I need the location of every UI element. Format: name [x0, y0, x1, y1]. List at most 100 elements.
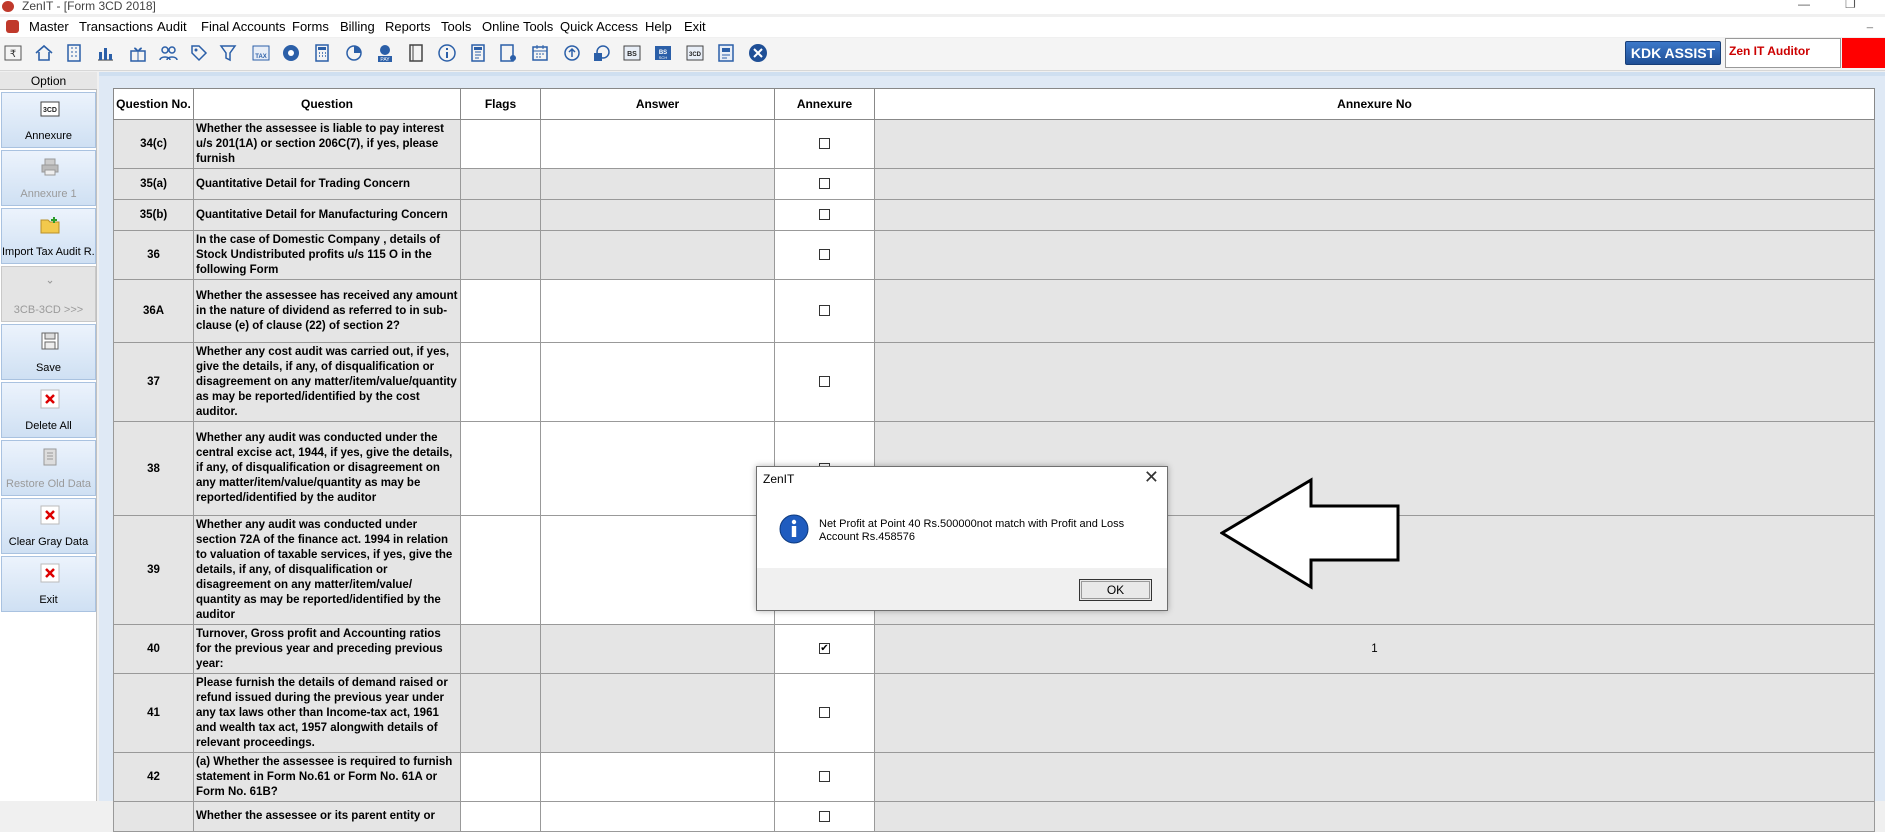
close-circle-icon[interactable]	[748, 43, 768, 63]
upload-icon[interactable]	[562, 43, 582, 63]
column-header-question-no[interactable]: Question No.	[113, 88, 194, 120]
book-icon[interactable]	[406, 43, 426, 63]
annexure-checkbox[interactable]: ✔	[819, 643, 830, 655]
flags-cell[interactable]	[460, 279, 541, 343]
menu-forms[interactable]: Forms	[292, 19, 329, 35]
annexure-no-cell[interactable]	[874, 342, 1875, 422]
image-icon[interactable]	[592, 43, 612, 63]
form-icon[interactable]	[498, 43, 518, 63]
annexure-checkbox[interactable]	[819, 138, 830, 150]
table-row[interactable]: 42 (a) Whether the assessee is required t…	[113, 752, 1875, 802]
annexure-checkbox[interactable]	[819, 249, 830, 261]
import-tax-audit-button[interactable]: Import Tax Audit R...	[1, 208, 96, 264]
bar-chart-icon[interactable]	[95, 43, 115, 63]
table-row[interactable]: 35(a) Quantitative Detail for Trading Con…	[113, 168, 1875, 200]
info-icon[interactable]	[437, 43, 457, 63]
dialog-close-icon[interactable]: ✕	[1144, 468, 1159, 486]
table-row[interactable]: Whether the assessee or its parent entit…	[113, 801, 1875, 832]
building-icon[interactable]	[64, 43, 84, 63]
menu-online-tools[interactable]: Online Tools	[482, 19, 553, 35]
column-header-annexure-no[interactable]: Annexure No	[874, 88, 1875, 120]
answer-cell[interactable]	[540, 168, 775, 200]
bs-icon[interactable]: BS	[622, 43, 642, 63]
annexure-button[interactable]: 3CD Annexure	[1, 92, 96, 148]
flags-cell[interactable]	[460, 199, 541, 231]
annexure-checkbox[interactable]	[819, 178, 830, 190]
answer-cell[interactable]	[540, 752, 775, 802]
annexure-no-cell[interactable]: 1	[874, 624, 1875, 674]
annexure-no-cell[interactable]	[874, 230, 1875, 280]
annexure-checkbox[interactable]	[819, 209, 830, 221]
annexure-checkbox[interactable]	[819, 707, 830, 719]
menu-tools[interactable]: Tools	[441, 19, 471, 35]
answer-cell[interactable]	[540, 515, 775, 625]
answer-cell[interactable]	[540, 624, 775, 674]
flags-cell[interactable]	[460, 230, 541, 280]
pay-icon[interactable]: PAY	[375, 43, 395, 63]
document-icon[interactable]	[468, 43, 488, 63]
answer-cell[interactable]	[540, 421, 775, 516]
restore-old-data-button[interactable]: Restore Old Data	[1, 440, 96, 496]
table-row[interactable]: 35(b) Quantitative Detail for Manufacturi…	[113, 199, 1875, 231]
calendar-icon[interactable]	[530, 43, 550, 63]
annexure-1-button[interactable]: Annexure 1	[1, 150, 96, 206]
column-header-flags[interactable]: Flags	[460, 88, 541, 120]
menu-final-accounts[interactable]: Final Accounts	[201, 19, 286, 35]
flags-cell[interactable]	[460, 801, 541, 832]
home-icon[interactable]	[34, 43, 54, 63]
clear-gray-data-button[interactable]: Clear Gray Data	[1, 498, 96, 554]
annexure-no-cell[interactable]	[874, 673, 1875, 753]
menu-exit[interactable]: Exit	[684, 19, 706, 35]
mdi-minimize-icon[interactable]: _	[1867, 17, 1873, 29]
annexure-no-cell[interactable]	[874, 279, 1875, 343]
ok-button[interactable]: OK	[1079, 579, 1152, 601]
annexure-checkbox[interactable]	[819, 305, 830, 317]
answer-cell[interactable]	[540, 342, 775, 422]
gift-icon[interactable]	[128, 43, 148, 63]
minimize-icon[interactable]: —	[1798, 0, 1810, 11]
column-header-annexure[interactable]: Annexure	[774, 88, 875, 120]
flags-cell[interactable]	[460, 119, 541, 169]
filter-icon[interactable]	[219, 43, 239, 63]
pie-chart-icon[interactable]	[344, 43, 364, 63]
table-row[interactable]: 36 In the case of Domestic Company , deta…	[113, 230, 1875, 280]
answer-cell[interactable]	[540, 279, 775, 343]
annexure-no-cell[interactable]	[874, 119, 1875, 169]
table-row[interactable]: 36A Whether the assessee has received any…	[113, 279, 1875, 343]
flags-cell[interactable]	[460, 752, 541, 802]
menu-app-icon[interactable]	[6, 20, 19, 33]
annexure-no-cell[interactable]	[874, 752, 1875, 802]
delete-all-button[interactable]: Delete All	[1, 382, 96, 438]
menu-reports[interactable]: Reports	[385, 19, 431, 35]
column-header-answer[interactable]: Answer	[540, 88, 775, 120]
annexure-no-cell[interactable]	[874, 801, 1875, 832]
annexure-no-cell[interactable]	[874, 199, 1875, 231]
kdk-assist-button[interactable]: KDK ASSIST	[1625, 41, 1721, 65]
bs-sch-icon[interactable]: BS SCH	[653, 43, 673, 63]
annexure-checkbox[interactable]	[819, 771, 830, 783]
menu-help[interactable]: Help	[645, 19, 672, 35]
answer-cell[interactable]	[540, 801, 775, 832]
answer-cell[interactable]	[540, 199, 775, 231]
exit-button[interactable]: Exit	[1, 556, 96, 612]
menu-billing[interactable]: Billing	[340, 19, 375, 35]
eye-icon[interactable]	[281, 43, 301, 63]
flags-cell[interactable]	[460, 168, 541, 200]
table-row[interactable]: 37 Whether any cost audit was carried out…	[113, 342, 1875, 422]
flags-cell[interactable]	[460, 624, 541, 674]
restore-icon[interactable]: ❐	[1845, 0, 1856, 11]
calculator-icon[interactable]	[312, 43, 332, 63]
annexure-checkbox[interactable]	[819, 376, 830, 388]
flags-cell[interactable]	[460, 673, 541, 753]
answer-cell[interactable]	[540, 119, 775, 169]
3cb-3cd-button[interactable]: 3CB-3CD >>>	[1, 266, 96, 322]
save-button[interactable]: Save	[1, 324, 96, 380]
tag-icon[interactable]	[189, 43, 209, 63]
table-row[interactable]: 41 Please furnish the details of demand r…	[113, 673, 1875, 753]
menu-audit[interactable]: Audit	[157, 19, 187, 35]
answer-cell[interactable]	[540, 230, 775, 280]
users-icon[interactable]	[158, 43, 178, 63]
menu-transactions[interactable]: Transactions	[79, 19, 153, 35]
rupee-icon[interactable]: ₹	[3, 43, 23, 63]
flags-cell[interactable]	[460, 342, 541, 422]
